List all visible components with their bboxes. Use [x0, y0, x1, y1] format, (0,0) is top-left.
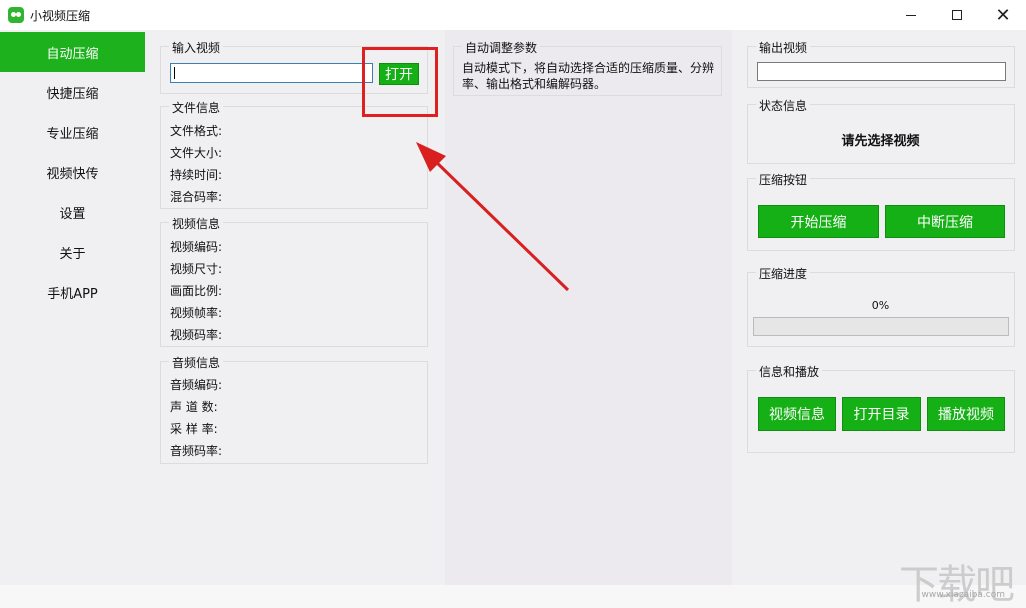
stop-compress-button[interactable]: 中断压缩	[885, 205, 1005, 238]
auto-params-panel	[445, 30, 732, 585]
audio-bitrate-label: 音频码率:	[170, 444, 223, 458]
audio-info-title: 音频信息	[169, 354, 224, 371]
file-size-label: 文件大小:	[170, 146, 223, 160]
input-video-title: 输入视频	[169, 39, 224, 56]
video-codec-label: 视频编码:	[170, 240, 223, 254]
annotation-arrow-icon	[416, 142, 570, 292]
progress-title: 压缩进度	[756, 265, 811, 282]
video-bitrate-label: 视频码率:	[170, 328, 223, 342]
duration-label: 持续时间:	[170, 168, 223, 182]
file-info-title: 文件信息	[169, 99, 224, 116]
app-logo-icon	[8, 7, 24, 23]
video-info-title: 视频信息	[169, 215, 224, 232]
info-play-title: 信息和播放	[756, 363, 823, 380]
mixed-bitrate-label: 混合码率:	[170, 190, 223, 204]
sidebar: 自动压缩 快捷压缩 专业压缩 视频快传 设置 关于 手机APP	[0, 30, 145, 585]
sample-rate-label: 采 样 率:	[170, 422, 218, 436]
sidebar-item-quick-compress[interactable]: 快捷压缩	[0, 72, 145, 112]
minimize-button[interactable]	[888, 0, 934, 30]
audio-info-group: 音频信息 音频编码: 声 道 数: 采 样 率: 音频码率:	[160, 354, 428, 464]
sidebar-item-auto-compress[interactable]: 自动压缩	[0, 32, 145, 72]
output-video-title: 输出视频	[756, 39, 811, 56]
status-bar	[0, 585, 1026, 608]
file-info-group: 文件信息 文件格式: 文件大小: 持续时间: 混合码率:	[160, 99, 428, 209]
video-info-group: 视频信息 视频编码: 视频尺寸: 画面比例: 视频帧率: 视频码率:	[160, 215, 428, 347]
sidebar-item-about[interactable]: 关于	[0, 232, 145, 272]
window-title: 小视频压缩	[30, 9, 91, 23]
annotation-highlight-box	[362, 47, 438, 117]
close-button[interactable]: ✕	[980, 0, 1026, 30]
auto-params-description: 自动模式下，将自动选择合适的压缩质量、分辨率、输出格式和编解码器。	[462, 61, 715, 91]
minimize-icon	[906, 14, 916, 16]
sidebar-item-settings[interactable]: 设置	[0, 192, 145, 232]
status-title: 状态信息	[756, 97, 811, 114]
open-directory-button[interactable]: 打开目录	[842, 397, 921, 431]
progress-bar	[753, 317, 1009, 336]
sidebar-item-mobile-app[interactable]: 手机APP	[0, 272, 145, 312]
start-compress-button[interactable]: 开始压缩	[758, 205, 879, 238]
status-message: 请先选择视频	[841, 134, 920, 149]
input-video-path-field[interactable]	[170, 63, 373, 83]
frame-rate-label: 视频帧率:	[170, 306, 223, 320]
compress-buttons-title: 压缩按钮	[756, 171, 811, 188]
play-video-button[interactable]: 播放视频	[927, 397, 1005, 431]
auto-params-title: 自动调整参数	[462, 39, 541, 56]
video-size-label: 视频尺寸:	[170, 262, 223, 276]
sidebar-item-video-transfer[interactable]: 视频快传	[0, 152, 145, 192]
sidebar-item-pro-compress[interactable]: 专业压缩	[0, 112, 145, 152]
output-video-path-field[interactable]	[757, 62, 1006, 81]
maximize-icon	[952, 10, 962, 20]
video-info-button[interactable]: 视频信息	[758, 397, 836, 431]
watermark-logo: 下载吧 www.xiazaiba.com	[895, 552, 1015, 608]
progress-percent-label: 0%	[871, 299, 890, 312]
aspect-ratio-label: 画面比例:	[170, 284, 223, 298]
text-caret	[174, 67, 175, 79]
watermark-url: www.xiazaiba.com	[921, 590, 1005, 600]
close-icon: ✕	[995, 4, 1011, 26]
channels-label: 声 道 数:	[170, 400, 218, 414]
audio-codec-label: 音频编码:	[170, 378, 223, 392]
title-bar: 小视频压缩 ✕	[0, 0, 1026, 30]
maximize-button[interactable]	[934, 0, 980, 30]
file-format-label: 文件格式:	[170, 124, 223, 138]
